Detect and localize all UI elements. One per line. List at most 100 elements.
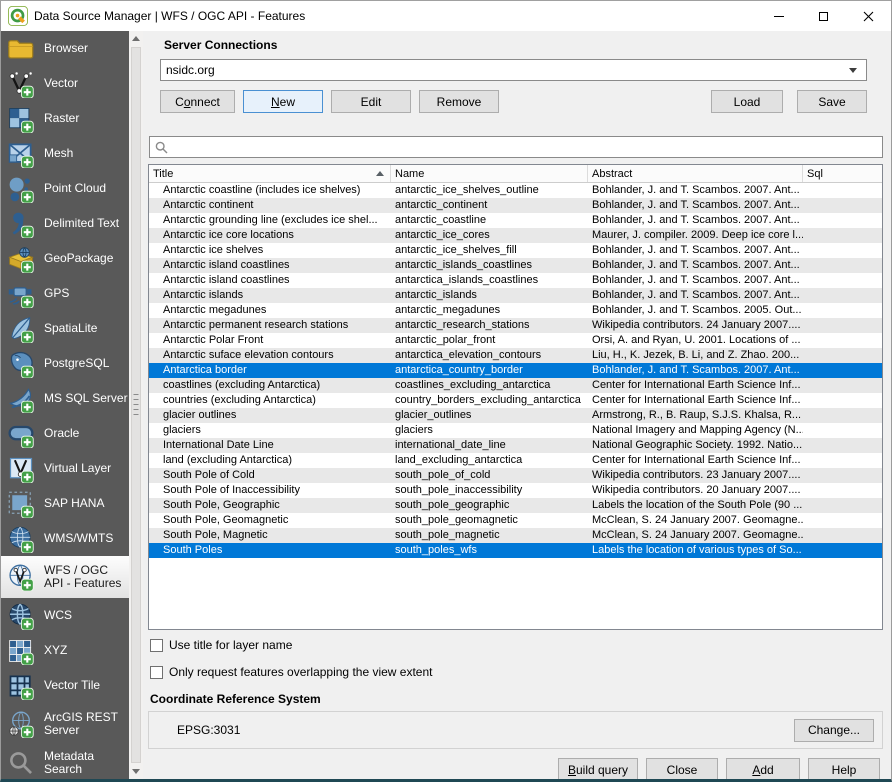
cell-name: antarctic_ice_cores (391, 228, 588, 243)
build-query-button[interactable]: Build query (558, 758, 638, 779)
table-row[interactable]: South Pole of Inaccessibilitysouth_pole_… (149, 483, 882, 498)
sidebar-item-virtual-layer[interactable]: Virtual Layer (1, 451, 129, 486)
minimize-button[interactable] (756, 1, 801, 31)
column-header-name[interactable]: Name (391, 165, 588, 182)
sidebar-item-mesh[interactable]: Mesh (1, 136, 129, 171)
sort-ascending-icon (376, 171, 384, 176)
sidebar-item-label: Point Cloud (44, 182, 106, 195)
close-button[interactable] (846, 1, 891, 31)
sidebar-item-metadata-search[interactable]: Metadata Search (1, 745, 129, 779)
column-header-abstract[interactable]: Abstract (588, 165, 803, 182)
sidebar-item-vector[interactable]: Vector (1, 66, 129, 101)
cell-title: Antarctic islands (149, 288, 391, 303)
sidebar-item-label: Browser (44, 42, 88, 55)
load-button[interactable]: Load (711, 90, 783, 113)
table-row[interactable]: Antarctic Polar Frontantarctic_polar_fro… (149, 333, 882, 348)
table-row[interactable]: glaciersglaciersNational Imagery and Map… (149, 423, 882, 438)
table-row[interactable]: Antarctic continentantarctic_continentBo… (149, 198, 882, 213)
wfs-panel: Server Connections nsidc.org Connect New… (143, 31, 891, 779)
sidebar-item-geopackage[interactable]: GeoPackage (1, 241, 129, 276)
table-row[interactable]: Antarctic ice shelvesantarctic_ice_shelv… (149, 243, 882, 258)
table-row[interactable]: South Pole, Geomagneticsouth_pole_geomag… (149, 513, 882, 528)
table-row[interactable]: Antarctic islandsantarctic_islandsBohlan… (149, 288, 882, 303)
sidebar-item-oracle[interactable]: Oracle (1, 416, 129, 451)
edit-button[interactable]: Edit (331, 90, 411, 113)
table-row[interactable]: Antarctic coastline (includes ice shelve… (149, 183, 882, 198)
remove-button[interactable]: Remove (419, 90, 499, 113)
sidebar-item-browser[interactable]: Browser (1, 31, 129, 66)
cell-title: South Pole, Magnetic (149, 528, 391, 543)
use-title-option[interactable]: Use title for layer name (150, 638, 883, 652)
raster-icon (7, 105, 35, 133)
new-button[interactable]: New (243, 90, 323, 113)
window-title: Data Source Manager | WFS / OGC API - Fe… (34, 9, 756, 23)
scroll-up-icon[interactable] (129, 31, 143, 46)
connect-button[interactable]: Connect (160, 90, 235, 113)
sidebar-item-delimited-text[interactable]: Delimited Text (1, 206, 129, 241)
sidebar-item-postgresql[interactable]: PostgreSQL (1, 346, 129, 381)
cell-title: South Pole, Geographic (149, 498, 391, 513)
table-row[interactable]: South Pole of Coldsouth_pole_of_coldWiki… (149, 468, 882, 483)
table-row[interactable]: Antarctic grounding line (excludes ice s… (149, 213, 882, 228)
search-input[interactable] (172, 138, 882, 156)
cell-abstract: Bohlander, J. and T. Scambos. 2007. Ant.… (588, 213, 803, 228)
table-row[interactable]: Antarctic island coastlinesantarctic_isl… (149, 258, 882, 273)
overlap-option[interactable]: Only request features overlapping the vi… (150, 665, 883, 679)
cell-name: antarctica_islands_coastlines (391, 273, 588, 288)
table-row[interactable]: Antarctic permanent research stationsant… (149, 318, 882, 333)
table-row[interactable]: Antarctic island coastlinesantarctica_is… (149, 273, 882, 288)
cell-name: antarctic_megadunes (391, 303, 588, 318)
sidebar-item-wms-wmts[interactable]: WMS/WMTS (1, 521, 129, 556)
column-header-sql[interactable]: Sql (803, 165, 882, 182)
sidebar-item-point-cloud[interactable]: Point Cloud (1, 171, 129, 206)
sidebar-item-sap-hana[interactable]: SAP HANA (1, 486, 129, 521)
table-row[interactable]: International Date Lineinternational_dat… (149, 438, 882, 453)
crs-change-button[interactable]: Change... (794, 719, 874, 742)
sidebar-item-arcgis-rest-server[interactable]: ArcGIS REST Server (1, 703, 129, 745)
table-row[interactable]: South Polessouth_poles_wfsLabels the loc… (149, 543, 882, 558)
sidebar-item-gps[interactable]: GPS (1, 276, 129, 311)
table-row[interactable]: Antarctic ice core locationsantarctic_ic… (149, 228, 882, 243)
table-row[interactable]: coastlines (excluding Antarctica)coastli… (149, 378, 882, 393)
use-title-checkbox[interactable] (150, 639, 163, 652)
sidebar-item-wcs[interactable]: WCS (1, 598, 129, 633)
table-row[interactable]: glacier outlinesglacier_outlinesArmstron… (149, 408, 882, 423)
cell-name: glaciers (391, 423, 588, 438)
table-row[interactable]: land (excluding Antarctica)land_excludin… (149, 453, 882, 468)
sidebar-item-raster[interactable]: Raster (1, 101, 129, 136)
column-header-title[interactable]: Title (149, 165, 391, 182)
oracle-icon (7, 420, 35, 448)
table-row[interactable]: South Pole, Geographicsouth_pole_geograp… (149, 498, 882, 513)
connection-select[interactable]: nsidc.org (160, 59, 867, 81)
add-button[interactable]: Add (726, 758, 800, 779)
save-button[interactable]: Save (797, 90, 867, 113)
sidebar-item-label: SAP HANA (44, 497, 104, 510)
sidebar-item-wfs-ogc-api-features[interactable]: WFS / OGC API - Features (1, 556, 129, 598)
sidebar-item-ms-sql-server[interactable]: MS SQL Server (1, 381, 129, 416)
sidebar-item-spatialite[interactable]: SpatiaLite (1, 311, 129, 346)
scroll-down-icon[interactable] (129, 764, 143, 779)
cell-name: south_pole_inaccessibility (391, 483, 588, 498)
cell-name: south_poles_wfs (391, 543, 588, 558)
cell-sql (803, 393, 882, 408)
overlap-checkbox[interactable] (150, 666, 163, 679)
cell-title: glacier outlines (149, 408, 391, 423)
table-row[interactable]: Antarctic suface elevation contoursantar… (149, 348, 882, 363)
cell-title: South Poles (149, 543, 391, 558)
sidebar-scrollbar[interactable] (129, 31, 143, 779)
sidebar-item-vector-tile[interactable]: Vector Tile (1, 668, 129, 703)
table-row[interactable]: Antarctica borderantarctica_country_bord… (149, 363, 882, 378)
table-row[interactable]: Antarctic megadunesantarctic_megadunesBo… (149, 303, 882, 318)
table-row[interactable]: countries (excluding Antarctica)country_… (149, 393, 882, 408)
cell-sql (803, 333, 882, 348)
sidebar-item-label: Vector (44, 77, 78, 90)
table-row[interactable]: South Pole, Magneticsouth_pole_magneticM… (149, 528, 882, 543)
sidebar-item-xyz[interactable]: XYZ (1, 633, 129, 668)
scrollbar-thumb[interactable] (131, 47, 141, 763)
close-dialog-button[interactable]: Close (646, 758, 718, 779)
cell-sql (803, 318, 882, 333)
maximize-button[interactable] (801, 1, 846, 31)
help-button[interactable]: Help (808, 758, 880, 779)
cell-abstract: Labels the location of the South Pole (9… (588, 498, 803, 513)
cell-sql (803, 258, 882, 273)
